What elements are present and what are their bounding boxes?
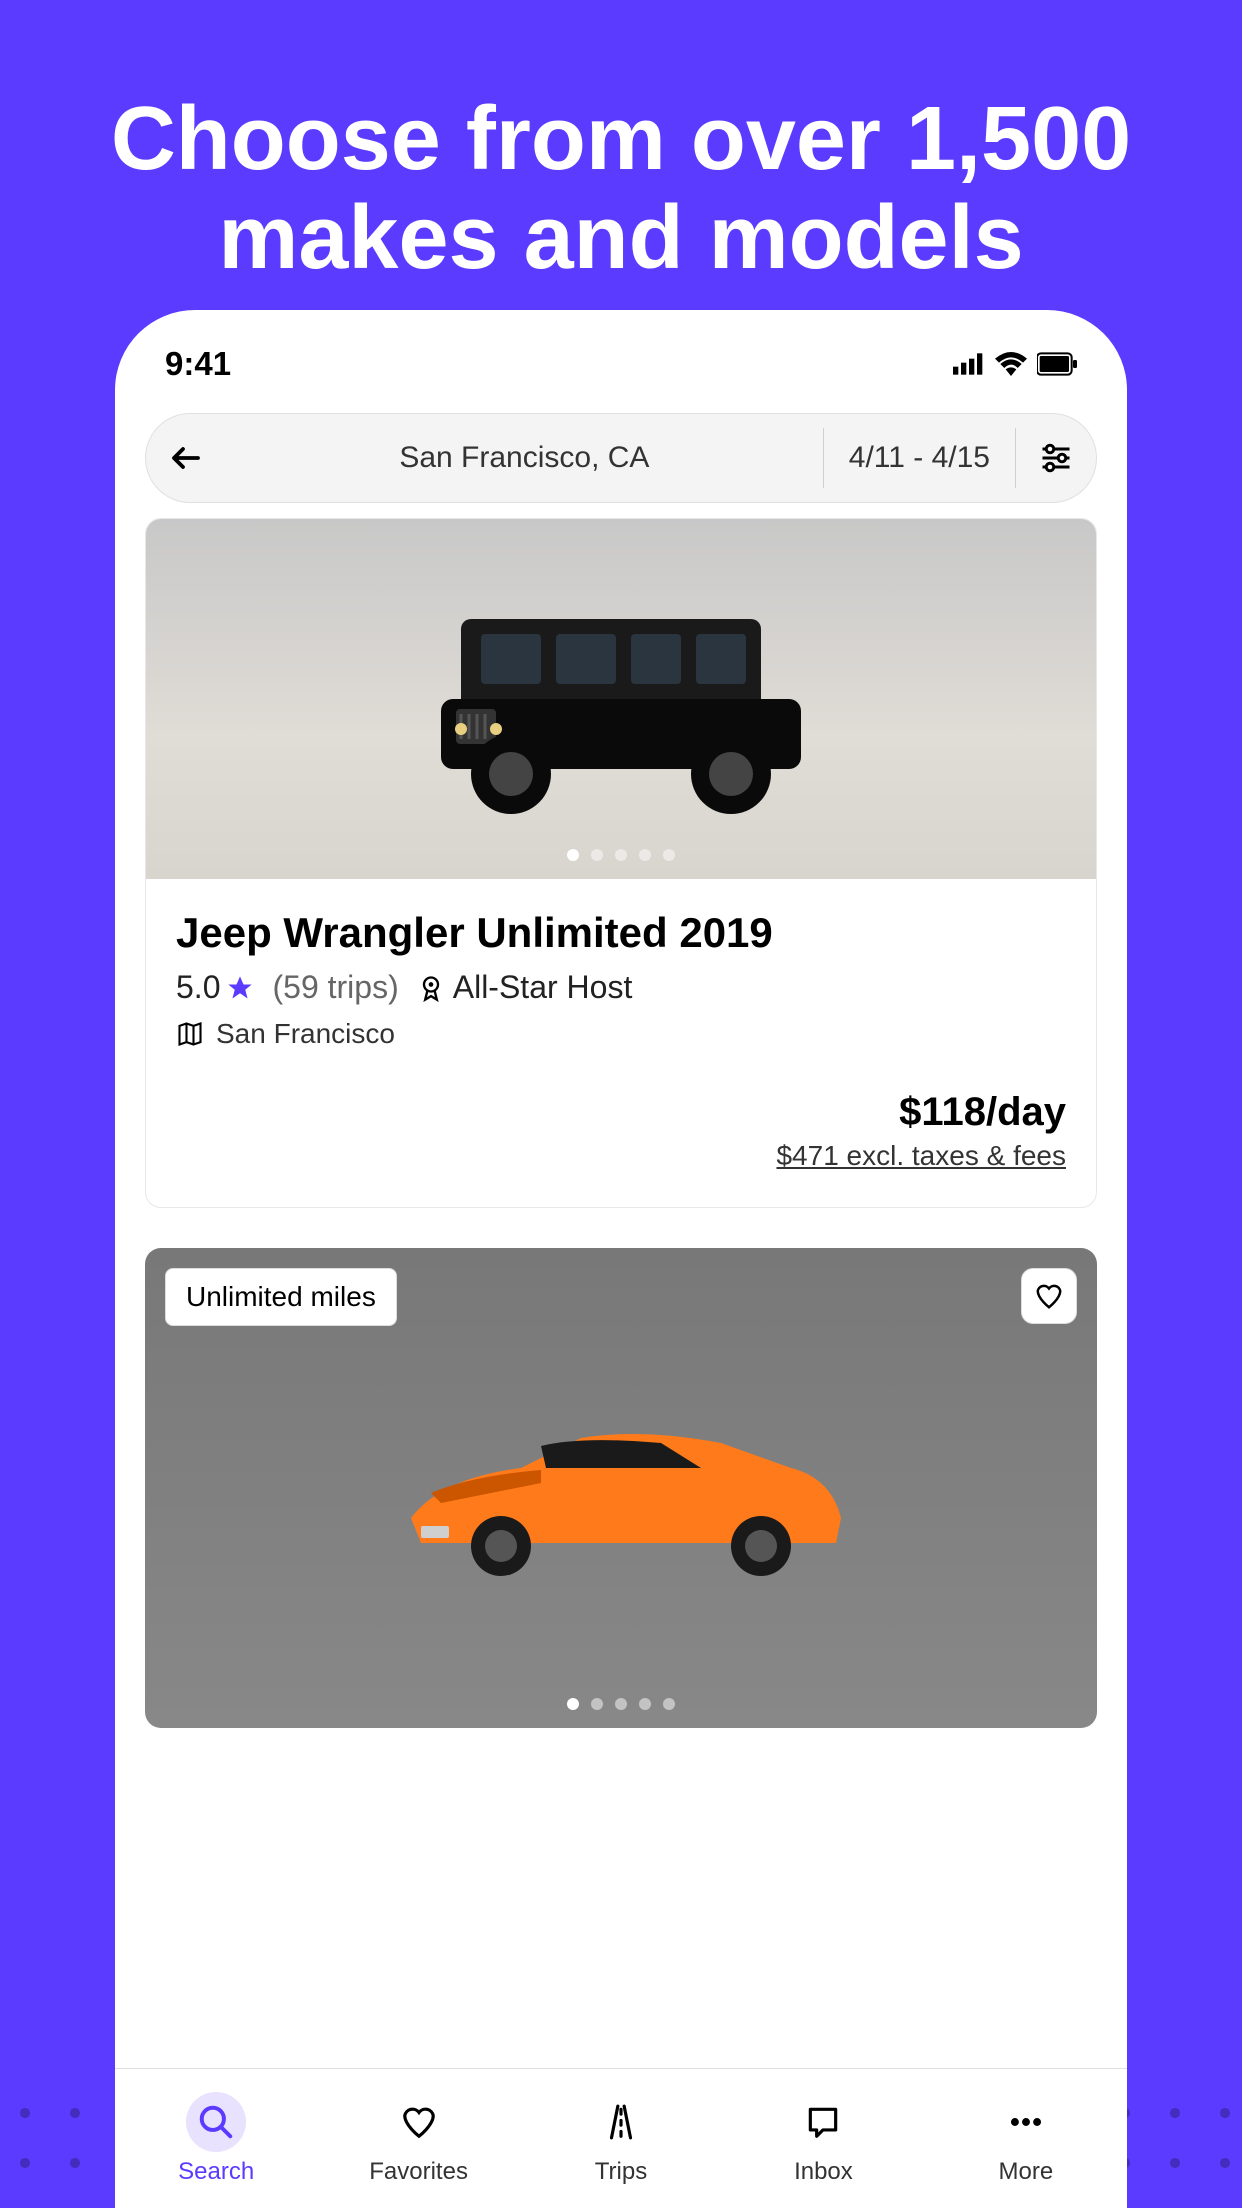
search-icon [197, 2103, 235, 2141]
nav-inbox[interactable]: Inbox [722, 2069, 924, 2208]
car-title: Jeep Wrangler Unlimited 2019 [176, 909, 1066, 957]
phone-frame: 9:41 San Francisco, CA 4/11 - 4/15 [115, 310, 1127, 2208]
status-bar: 9:41 [115, 310, 1127, 398]
car-image-2[interactable]: Unlimited miles [145, 1248, 1097, 1728]
date-range-input[interactable]: 4/11 - 4/15 [823, 428, 1016, 488]
dot-4 [639, 849, 651, 861]
dot-1 [567, 849, 579, 861]
nav-trips-icon-wrap [591, 2092, 651, 2152]
rating-value: 5.0 [176, 969, 220, 1006]
meta-row: 5.0 (59 trips) All-Star Host [176, 969, 1066, 1006]
host-badge: All-Star Host [417, 969, 633, 1006]
host-badge-label: All-Star Host [453, 969, 633, 1006]
sliders-icon [1038, 440, 1074, 476]
cellular-icon [953, 352, 985, 376]
nav-trips-label: Trips [595, 2158, 647, 2186]
nav-trips[interactable]: Trips [520, 2069, 722, 2208]
back-button[interactable] [146, 440, 226, 476]
status-icons [953, 352, 1077, 376]
dot-2 [591, 849, 603, 861]
listing-card-1[interactable]: Jeep Wrangler Unlimited 2019 5.0 (59 tri… [145, 518, 1097, 1208]
nav-more[interactable]: More [925, 2069, 1127, 2208]
nav-favorites[interactable]: Favorites [317, 2069, 519, 2208]
location-text: San Francisco [216, 1018, 395, 1050]
marketing-headline: Choose from over 1,500 makes and models [0, 0, 1242, 288]
listing-card-2[interactable]: Unlimited miles [145, 1248, 1097, 1728]
nav-favorites-icon-wrap [389, 2092, 449, 2152]
image-pagination [567, 849, 675, 861]
trip-count: (59 trips) [272, 969, 398, 1006]
dot-5 [663, 849, 675, 861]
chat-icon [804, 2103, 842, 2141]
star-icon [226, 974, 254, 1002]
unlimited-miles-badge: Unlimited miles [165, 1268, 397, 1326]
bottom-nav: Search Favorites Trips Inbox More [115, 2068, 1127, 2208]
nav-more-label: More [998, 2158, 1053, 2186]
price-total[interactable]: $471 excl. taxes & fees [176, 1140, 1066, 1172]
nav-search-icon-wrap [186, 2092, 246, 2152]
location-row: San Francisco [176, 1018, 1066, 1050]
dot-2 [591, 1698, 603, 1710]
car-illustration-jeep [401, 579, 841, 819]
heart-icon [1034, 1281, 1064, 1311]
map-icon [176, 1020, 204, 1048]
dot-3 [615, 1698, 627, 1710]
award-icon [417, 974, 445, 1002]
heart-icon [400, 2103, 438, 2141]
car-illustration-sports [381, 1388, 861, 1588]
rating: 5.0 [176, 969, 254, 1006]
nav-inbox-label: Inbox [794, 2158, 853, 2186]
arrow-left-icon [168, 440, 204, 476]
image-pagination-2 [567, 1698, 675, 1710]
dot-4 [639, 1698, 651, 1710]
nav-search-label: Search [178, 2158, 254, 2186]
nav-inbox-icon-wrap [793, 2092, 853, 2152]
wifi-icon [995, 352, 1027, 376]
price-row: $118/day $471 excl. taxes & fees [176, 1090, 1066, 1172]
location-input[interactable]: San Francisco, CA [226, 441, 823, 475]
dot-5 [663, 1698, 675, 1710]
dot-1 [567, 1698, 579, 1710]
filter-button[interactable] [1016, 440, 1096, 476]
car-image-1[interactable] [146, 519, 1096, 879]
price-per-day: $118/day [176, 1090, 1066, 1135]
road-icon [602, 2103, 640, 2141]
dots-icon [1007, 2103, 1045, 2141]
card-body-1: Jeep Wrangler Unlimited 2019 5.0 (59 tri… [146, 879, 1096, 1207]
nav-favorites-label: Favorites [369, 2158, 468, 2186]
battery-icon [1037, 352, 1077, 376]
dot-3 [615, 849, 627, 861]
nav-more-icon-wrap [996, 2092, 1056, 2152]
search-bar: San Francisco, CA 4/11 - 4/15 [145, 413, 1097, 503]
status-time: 9:41 [165, 345, 231, 383]
favorite-button[interactable] [1021, 1268, 1077, 1324]
nav-search[interactable]: Search [115, 2069, 317, 2208]
